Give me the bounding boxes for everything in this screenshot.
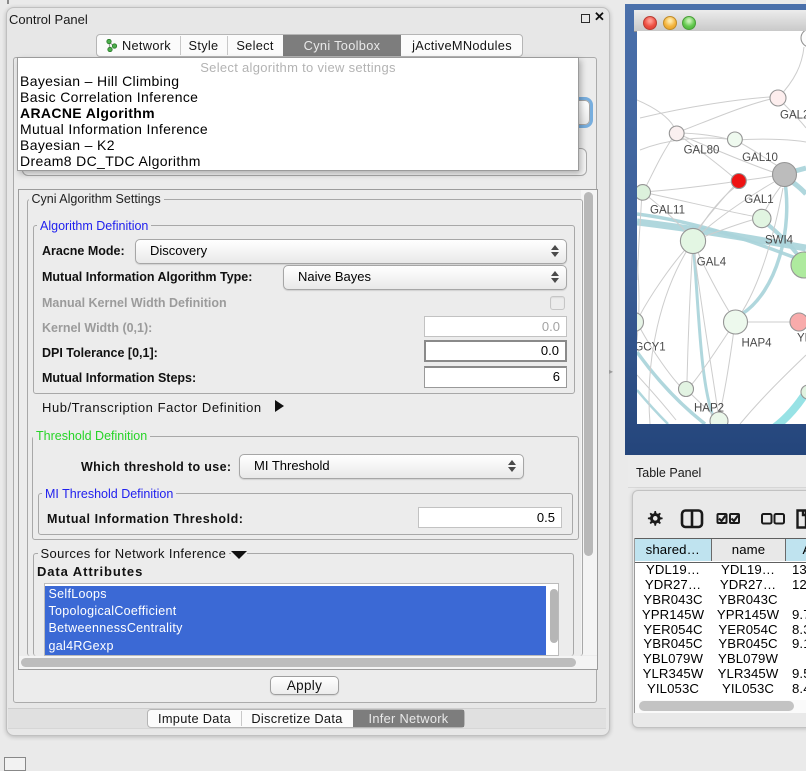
svg-text:HAP2: HAP2 [694,403,724,415]
svg-text:GAL4: GAL4 [697,257,727,269]
svg-text:HAP4: HAP4 [741,338,772,350]
svg-text:GAL1: GAL1 [744,194,773,206]
svg-text:SWI4: SWI4 [765,235,794,247]
svg-text:GAL10: GAL10 [742,152,778,164]
svg-text:GAL80: GAL80 [684,145,720,157]
svg-text:GAL11: GAL11 [650,205,685,217]
svg-text:GCY1: GCY1 [637,342,666,354]
svg-text:GAL2: GAL2 [780,110,806,122]
svg-text:YEL047C: YEL047C [797,333,806,345]
